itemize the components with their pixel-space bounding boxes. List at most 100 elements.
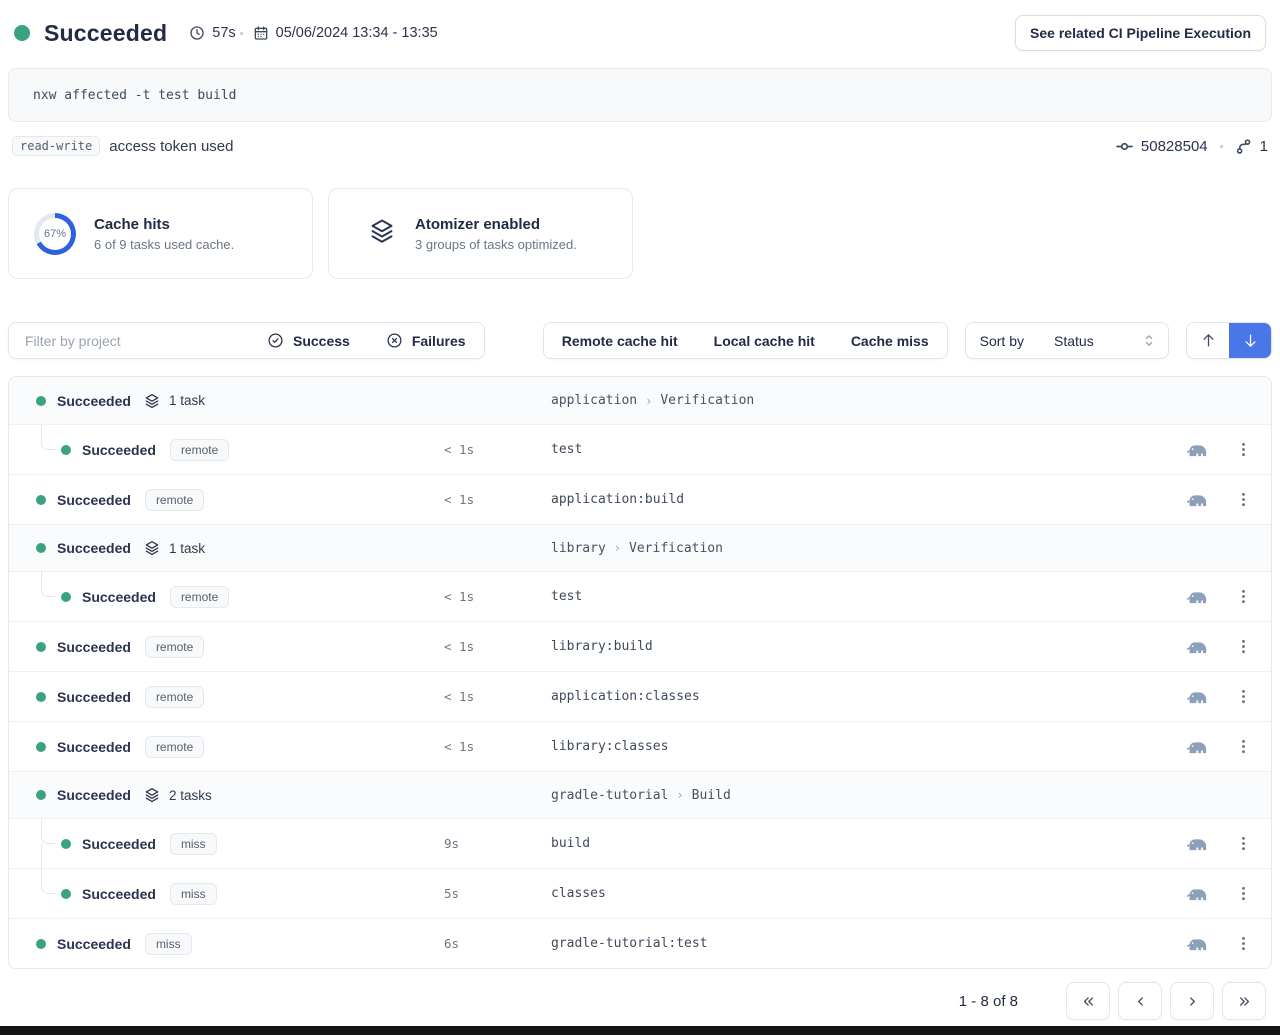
chevron-left-icon	[1132, 993, 1149, 1010]
cache-hits-subtitle: 6 of 9 tasks used cache.	[94, 237, 234, 252]
see-related-ci-pipeline-button[interactable]: See related CI Pipeline Execution	[1015, 15, 1266, 51]
page-title: Succeeded	[44, 20, 167, 47]
task-row[interactable]: Succeeded miss 6s gradle-tutorial:test	[9, 918, 1271, 968]
gradle-elephant-icon[interactable]	[1184, 738, 1208, 756]
task-group-target: Build	[692, 788, 731, 803]
remote-cache-hit-button[interactable]: Remote cache hit	[544, 323, 696, 358]
tree-connector-line	[41, 425, 55, 450]
task-status-dot	[36, 742, 46, 752]
task-count-label: 1 task	[169, 541, 205, 556]
task-duration: 9s	[444, 836, 459, 851]
row-menu-kebab-icon[interactable]	[1236, 935, 1251, 952]
success-filter-button[interactable]: Success	[249, 323, 368, 358]
task-row[interactable]: Succeeded remote < 1s application:build	[9, 474, 1271, 524]
chevron-separator: ›	[676, 788, 683, 802]
task-status-dot	[36, 396, 46, 406]
pagination-first-button[interactable]	[1066, 982, 1110, 1020]
atomizer-subtitle: 3 groups of tasks optimized.	[415, 237, 577, 252]
task-count-label: 1 task	[169, 393, 205, 408]
row-menu-kebab-icon[interactable]	[1236, 688, 1251, 705]
cache-hits-progress-ring: 67%	[34, 213, 76, 255]
task-duration: < 1s	[444, 689, 474, 704]
task-status-dot	[36, 790, 46, 800]
task-row[interactable]: Succeeded remote < 1s library:classes	[9, 721, 1271, 771]
gradle-elephant-icon[interactable]	[1184, 588, 1208, 606]
local-cache-hit-button[interactable]: Local cache hit	[696, 323, 833, 358]
branch-icon	[1235, 138, 1252, 155]
task-status-label: Succeeded	[57, 393, 131, 409]
task-name: application:classes	[551, 689, 700, 704]
failures-filter-button[interactable]: Failures	[368, 323, 484, 358]
task-status-dot	[36, 642, 46, 652]
gradle-elephant-icon[interactable]	[1184, 688, 1208, 706]
sort-ascending-button[interactable]	[1187, 323, 1229, 358]
sort-direction-group	[1186, 322, 1272, 359]
pagination-next-button[interactable]	[1170, 982, 1214, 1020]
sort-select-value: Status	[1054, 333, 1094, 349]
row-menu-kebab-icon[interactable]	[1236, 638, 1251, 655]
project-filter-group: Success Failures	[8, 322, 485, 359]
gradle-elephant-icon[interactable]	[1184, 885, 1208, 903]
chevron-right-icon	[1184, 993, 1201, 1010]
task-row[interactable]: Succeeded remote < 1s application:classe…	[9, 671, 1271, 721]
task-row[interactable]: Succeeded miss 9s build	[9, 818, 1271, 868]
task-name: gradle-tutorial:test	[551, 936, 708, 951]
gradle-elephant-icon[interactable]	[1184, 638, 1208, 656]
task-status-dot	[36, 495, 46, 505]
gradle-elephant-icon[interactable]	[1184, 441, 1208, 459]
chevron-separator: ›	[614, 541, 621, 555]
run-status-dot	[14, 25, 30, 41]
task-row[interactable]: Succeeded 1 task application › Verificat…	[9, 377, 1271, 424]
row-menu-kebab-icon[interactable]	[1236, 441, 1251, 458]
task-status-label: Succeeded	[82, 589, 156, 605]
sort-group: Sort by Status	[965, 322, 1169, 359]
cache-status-badge: miss	[170, 833, 217, 855]
task-row[interactable]: Succeeded 1 task library › Verification	[9, 524, 1271, 571]
row-menu-kebab-icon[interactable]	[1236, 491, 1251, 508]
layers-icon	[143, 786, 161, 804]
cache-filter-group: Remote cache hit Local cache hit Cache m…	[543, 322, 948, 359]
row-menu-kebab-icon[interactable]	[1236, 738, 1251, 755]
task-duration: < 1s	[444, 639, 474, 654]
task-duration: 6s	[444, 936, 459, 951]
task-name: test	[551, 589, 582, 604]
cache-status-badge: remote	[170, 586, 229, 608]
row-menu-kebab-icon[interactable]	[1236, 835, 1251, 852]
layers-icon	[143, 392, 161, 410]
calendar-icon	[253, 25, 269, 41]
filter-by-project-input[interactable]	[9, 323, 249, 358]
sort-select[interactable]: Status	[1038, 323, 1168, 358]
task-row[interactable]: Succeeded 2 tasks gradle-tutorial › Buil…	[9, 771, 1271, 818]
branch-count: 1	[1260, 138, 1268, 155]
cache-status-badge: remote	[145, 736, 204, 758]
sort-by-label: Sort by	[966, 323, 1038, 358]
pagination-last-button[interactable]	[1222, 982, 1266, 1020]
task-row[interactable]: Succeeded remote < 1s test	[9, 571, 1271, 621]
sort-descending-button[interactable]	[1229, 323, 1271, 358]
task-row[interactable]: Succeeded miss 5s classes	[9, 868, 1271, 918]
tree-connector-line	[41, 869, 55, 894]
task-duration: < 1s	[444, 492, 474, 507]
task-status-label: Succeeded	[82, 442, 156, 458]
pagination-prev-button[interactable]	[1118, 982, 1162, 1020]
task-row[interactable]: Succeeded remote < 1s library:build	[9, 621, 1271, 671]
task-duration: < 1s	[444, 739, 474, 754]
window-bottom-strip	[0, 1026, 1280, 1035]
commit-id: 50828504	[1141, 138, 1208, 155]
run-command: nxw affected -t test build	[8, 68, 1272, 122]
row-menu-kebab-icon[interactable]	[1236, 588, 1251, 605]
gradle-elephant-icon[interactable]	[1184, 935, 1208, 953]
dot-separator	[1220, 145, 1223, 148]
task-name: test	[551, 442, 582, 457]
access-token-badge: read-write	[12, 136, 100, 156]
row-menu-kebab-icon[interactable]	[1236, 885, 1251, 902]
run-date-range-value: 05/06/2024 13:34 - 13:35	[276, 25, 438, 41]
gradle-elephant-icon[interactable]	[1184, 491, 1208, 509]
task-list: Succeeded 1 task application › Verificat…	[8, 376, 1272, 969]
success-filter-label: Success	[293, 333, 350, 349]
gradle-elephant-icon[interactable]	[1184, 835, 1208, 853]
task-row[interactable]: Succeeded remote < 1s test	[9, 424, 1271, 474]
cache-miss-button[interactable]: Cache miss	[833, 323, 947, 358]
task-name: application:build	[551, 492, 684, 507]
task-group-target: Verification	[660, 393, 754, 408]
